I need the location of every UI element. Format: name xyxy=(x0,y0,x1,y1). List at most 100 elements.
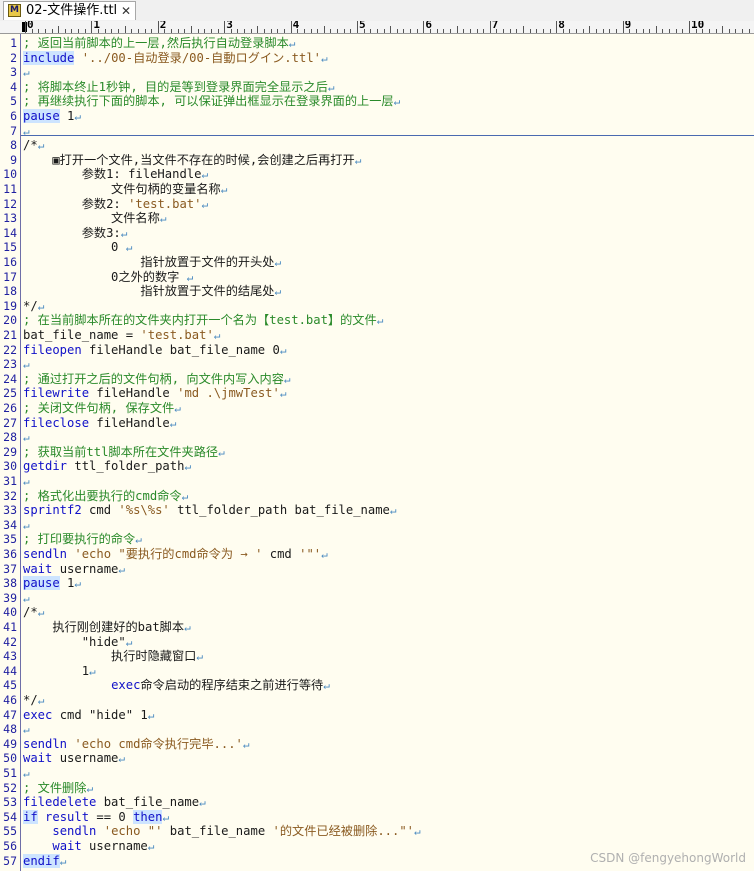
code-line[interactable]: 6 pause 1↵ xyxy=(0,109,754,124)
line-number: 17 xyxy=(3,269,17,284)
ruler-minor-tick xyxy=(569,29,571,33)
code-line[interactable]: 9 ▣打开一个文件,当文件不存在的时候,会创建之后再打开↵ xyxy=(0,153,754,168)
code-line[interactable]: 22 fileopen fileHandle bat_file_name 0↵ xyxy=(0,343,754,358)
code-line[interactable]: 32 ; 格式化出要执行的cmd命令↵ xyxy=(0,489,754,504)
line-number: 1 xyxy=(10,36,17,50)
code-token: '../00-自动登录/00-自動ログイン.ttl' xyxy=(81,50,321,65)
code-token: getdir xyxy=(23,459,68,474)
code-line[interactable]: 15 0 ↵ xyxy=(0,240,754,255)
tab-file[interactable]: M 02-文件操作.ttl ✕ xyxy=(3,1,136,20)
code-token: filedelete xyxy=(23,795,97,810)
code-line[interactable]: 21 bat_file_name = 'test.bat'↵ xyxy=(0,328,754,343)
line-number: 16 xyxy=(3,255,17,269)
code-token: then xyxy=(133,809,163,824)
code-line[interactable]: 29 ; 获取当前ttl脚本所在文件夹路径↵ xyxy=(0,445,754,460)
code-token: pause xyxy=(23,109,60,123)
code-line[interactable]: 4 ; 将脚本终止1秒钟, 目的是等到登录界面完全显示之后↵ xyxy=(0,80,754,95)
code-line[interactable]: 36 sendln 'echo "要执行的cmd命令为 → ' cmd '"'↵ xyxy=(0,547,754,562)
line-code: ↵ xyxy=(23,65,30,81)
eol-marker-icon: ↵ xyxy=(196,650,203,664)
code-line[interactable]: 45 exec命令启动的程序结束之前进行等待↵ xyxy=(0,678,754,693)
code-line[interactable]: 53 filedelete bat_file_name↵ xyxy=(0,795,754,810)
code-line[interactable]: 5 ; 再继续执行下面的脚本, 可以保证弹出框显示在登录界面的上一层↵ xyxy=(0,94,754,109)
code-line[interactable]: 10 参数1: fileHandle↵ xyxy=(0,167,754,182)
code-line[interactable]: 44 1↵ xyxy=(0,664,754,679)
code-line[interactable]: 1 ; 返回当前脚本的上一层,然后执行自动登录脚本↵ xyxy=(0,36,754,51)
line-code: ; 文件删除↵ xyxy=(23,781,93,797)
code-line[interactable]: 12 参数2: 'test.bat'↵ xyxy=(0,197,754,212)
code-line[interactable]: 11 文件句柄的变量名称↵ xyxy=(0,182,754,197)
line-number: 43 xyxy=(3,649,17,664)
code-line[interactable]: 20 ; 在当前脚本所在的文件夹内打开一个名为【test.bat】的文件↵ xyxy=(0,313,754,328)
line-code: ↵ xyxy=(23,430,30,446)
code-line[interactable]: 31 ↵ xyxy=(0,474,754,489)
code-line[interactable]: 41 执行刚创建好的bat脚本↵ xyxy=(0,620,754,635)
code-line[interactable]: 17 0之外的数字 ↵ xyxy=(0,270,754,285)
close-icon[interactable]: ✕ xyxy=(121,3,131,19)
ruler-minor-tick xyxy=(197,29,199,33)
code-line[interactable]: 47 exec cmd "hide" 1↵ xyxy=(0,708,754,723)
ruler-minor-tick xyxy=(277,29,279,33)
code-line[interactable]: 3 ↵ xyxy=(0,65,754,80)
ruler-minor-tick xyxy=(164,29,166,33)
code-line[interactable]: 33 sprintf2 cmd '%s\%s' ttl_folder_path b… xyxy=(0,503,754,518)
ruler-minor-tick xyxy=(111,29,113,33)
line-number: 44 xyxy=(3,663,17,678)
code-line[interactable]: 51 ↵ xyxy=(0,766,754,781)
code-line[interactable]: 18 指针放置于文件的结尾处↵ xyxy=(0,284,754,299)
line-number: 36 xyxy=(3,547,17,561)
ruler-minor-tick xyxy=(682,29,684,33)
eol-marker-icon: ↵ xyxy=(376,314,384,328)
code-line[interactable]: 13 文件名称↵ xyxy=(0,211,754,226)
code-line[interactable]: 46 */↵ xyxy=(0,693,754,708)
code-line[interactable]: 38 pause 1↵ xyxy=(0,576,754,591)
code-line[interactable]: 35 ; 打印要执行的命令↵ xyxy=(0,532,754,547)
ruler-minor-tick xyxy=(463,29,465,33)
line-code: 参数2: 'test.bat'↵ xyxy=(23,197,208,213)
code-line[interactable]: 52 ; 文件删除↵ xyxy=(0,781,754,796)
code-line[interactable]: 2 include '../00-自动登录/00-自動ログイン.ttl'↵ xyxy=(0,50,754,66)
code-line[interactable]: 48 ↵ xyxy=(0,722,754,737)
eol-marker-icon: ↵ xyxy=(274,285,282,299)
code-line[interactable]: 8 /*↵ xyxy=(0,138,754,153)
eol-marker-icon: ↵ xyxy=(218,445,225,459)
macro-file-icon: M xyxy=(8,4,21,17)
code-line[interactable]: 54 if result == 0 then↵ xyxy=(0,809,754,825)
code-line[interactable]: 42 "hide"↵ xyxy=(0,635,754,650)
code-line[interactable]: 25 filewrite fileHandle 'md .\jmwTest'↵ xyxy=(0,386,754,401)
code-line[interactable]: 7 ↵ xyxy=(0,124,754,139)
code-line[interactable]: 27 fileclose fileHandle↵ xyxy=(0,416,754,431)
code-line[interactable]: 16 指针放置于文件的开头处↵ xyxy=(0,255,754,270)
code-line[interactable]: 28 ↵ xyxy=(0,430,754,445)
code-line[interactable]: 30 getdir ttl_folder_path↵ xyxy=(0,459,754,474)
ruler-minor-tick xyxy=(669,29,671,33)
code-line[interactable]: 50 wait username↵ xyxy=(0,751,754,766)
code-line[interactable]: 55 sendln 'echo "' bat_file_name '的文件已经被… xyxy=(0,824,754,839)
code-token: fileclose xyxy=(23,415,90,430)
eol-marker-icon: ↵ xyxy=(120,226,128,240)
code-line[interactable]: 39 ↵ xyxy=(0,591,754,606)
code-line[interactable]: 19 */↵ xyxy=(0,299,754,314)
ruler-minor-tick xyxy=(629,29,631,33)
line-code: fileclose fileHandle↵ xyxy=(23,416,176,432)
code-line[interactable]: 37 wait username↵ xyxy=(0,562,754,577)
ruler-minor-tick xyxy=(675,29,677,33)
ruler-minor-tick xyxy=(722,26,724,33)
code-line[interactable]: 14 参数3:↵ xyxy=(0,226,754,241)
code-token: username xyxy=(81,839,148,853)
code-line[interactable]: 24 ; 通过打开之后的文件句柄, 向文件内写入内容↵ xyxy=(0,372,754,387)
code-line[interactable]: 43 执行时隐藏窗口↵ xyxy=(0,649,754,664)
code-token: cmd xyxy=(81,503,119,518)
code-line[interactable]: 40 /*↵ xyxy=(0,605,754,620)
eol-marker-icon: ↵ xyxy=(279,343,287,357)
eol-marker-icon: ↵ xyxy=(59,854,67,868)
code-line[interactable]: 26 ; 关闭文件句柄, 保存文件↵ xyxy=(0,401,754,416)
line-number: 48 xyxy=(3,722,17,737)
code-editor[interactable]: 1; 返回当前脚本的上一层,然后执行自动登录脚本↵ 2 include '../00… xyxy=(0,34,754,871)
code-line[interactable]: 49 sendln 'echo cmd命令执行完毕...'↵ xyxy=(0,737,754,752)
line-number: 4 xyxy=(10,79,17,94)
code-line[interactable]: 34 ↵ xyxy=(0,518,754,533)
code-line[interactable]: 23 ↵ xyxy=(0,357,754,372)
ruler-major-tick xyxy=(290,21,292,33)
line-code: */↵ xyxy=(23,693,44,709)
